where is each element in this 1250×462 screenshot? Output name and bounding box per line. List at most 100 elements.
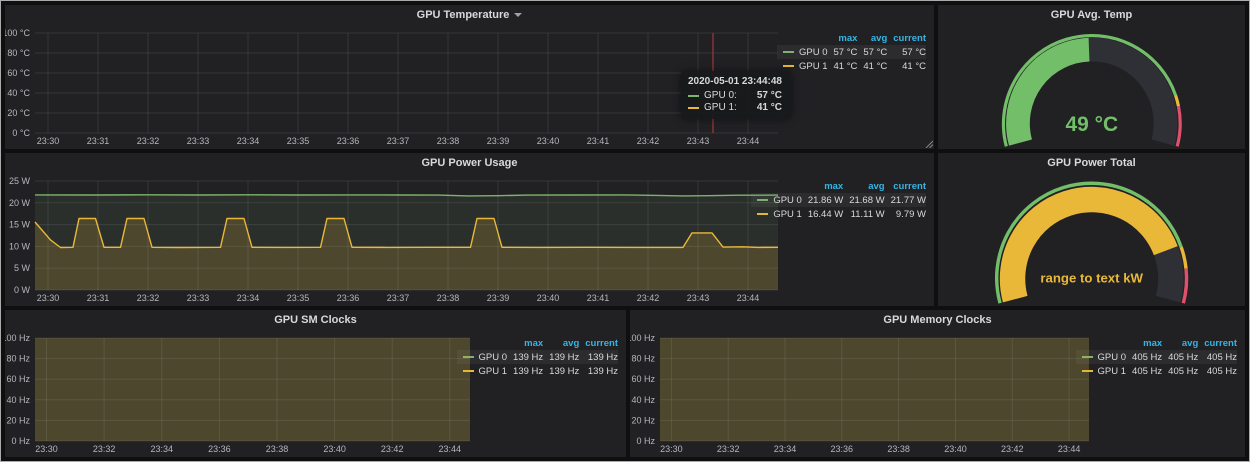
x-tick-label: 23:39: [487, 136, 510, 146]
panel-title-bar[interactable]: GPU Temperature: [5, 5, 934, 25]
sm-clocks-legend: maxavgcurrentGPU 0139 Hz139 Hz139 HzGPU …: [457, 330, 626, 457]
y-tick-label: 60 Hz: [631, 374, 655, 384]
legend-value: 139 Hz: [579, 350, 618, 364]
legend-row: GPU 1405 Hz405 Hz405 Hz: [1076, 364, 1237, 378]
sm-clocks-plot[interactable]: 0 Hz20 Hz40 Hz60 Hz80 Hz100 Hz23:3023:32…: [5, 330, 457, 457]
x-tick-label: 23:36: [208, 444, 231, 454]
y-tick-label: 20 Hz: [6, 415, 30, 425]
dashboard-row-3: GPU SM Clocks 0 Hz20 Hz40 Hz60 Hz80 Hz10…: [5, 310, 1245, 457]
legend-table: maxavgcurrentGPU 0139 Hz139 Hz139 HzGPU …: [457, 336, 618, 378]
x-tick-label: 23:34: [774, 444, 797, 454]
legend-header[interactable]: current: [579, 336, 618, 350]
panel-title: GPU Avg. Temp: [1051, 9, 1133, 21]
tooltip-series-value: 57 °C: [747, 90, 782, 101]
x-tick-label: 23:38: [266, 444, 289, 454]
dashboard: GPU Temperature 0 °C20 °C40 °C60 °C80 °C…: [0, 0, 1250, 462]
y-tick-label: 10 W: [9, 241, 31, 251]
y-tick-label: 20 W: [9, 198, 31, 208]
series-swatch-gpu0: [688, 95, 699, 97]
panel-title-bar[interactable]: GPU Power Usage: [5, 153, 934, 173]
chart-canvas[interactable]: 0 W5 W10 W15 W20 W25 W23:3023:3123:3223:…: [5, 173, 784, 306]
x-tick-label: 23:42: [637, 293, 660, 303]
legend-value: 405 Hz: [1126, 350, 1162, 364]
legend-value: 41 °C: [828, 59, 858, 73]
x-tick-label: 23:32: [137, 136, 160, 146]
panel-title: GPU Memory Clocks: [883, 314, 991, 326]
panel-title-bar[interactable]: GPU SM Clocks: [5, 310, 626, 330]
legend-header[interactable]: current: [885, 179, 926, 193]
temperature-plot[interactable]: 0 °C20 °C40 °C60 °C80 °C100 °C23:3023:31…: [5, 25, 777, 149]
x-tick-label: 23:36: [831, 444, 854, 454]
panel-title-bar[interactable]: GPU Power Total: [938, 153, 1245, 173]
legend-value: 405 Hz: [1162, 364, 1198, 378]
x-tick-label: 23:43: [687, 293, 710, 303]
panel-title: GPU SM Clocks: [274, 314, 357, 326]
chart-tooltip: 2020-05-01 23:44:48 GPU 0: 57 °C GPU 1: …: [681, 71, 791, 119]
legend-header[interactable]: max: [802, 179, 843, 193]
chart-canvas[interactable]: 0 °C20 °C40 °C60 °C80 °C100 °C23:3023:31…: [5, 25, 784, 149]
legend-value: 41 °C: [887, 59, 926, 73]
x-tick-label: 23:30: [660, 444, 683, 454]
x-tick-label: 23:42: [1001, 444, 1024, 454]
gauge-value-text: range to text kW: [1040, 271, 1143, 286]
legend-value: 57 °C: [857, 45, 887, 59]
gauge-threshold-ring: [1175, 95, 1178, 106]
y-tick-label: 80 Hz: [631, 354, 655, 364]
legend-header-row: maxavgcurrent: [1076, 336, 1237, 350]
panel-title-bar[interactable]: GPU Avg. Temp: [938, 5, 1245, 25]
legend-header[interactable]: avg: [543, 336, 579, 350]
x-tick-label: 23:40: [537, 293, 560, 303]
legend-series-name[interactable]: GPU 0: [777, 45, 828, 59]
chart-canvas[interactable]: 0 Hz20 Hz40 Hz60 Hz80 Hz100 Hz23:3023:32…: [5, 330, 476, 457]
panel-resize-handle[interactable]: [925, 140, 933, 148]
panel-title-bar[interactable]: GPU Memory Clocks: [630, 310, 1245, 330]
y-tick-label: 100 °C: [5, 28, 30, 38]
x-tick-label: 23:38: [437, 293, 460, 303]
y-tick-label: 5 W: [14, 263, 31, 273]
panel-gpu-power-usage: GPU Power Usage 0 W5 W10 W15 W20 W25 W23…: [5, 153, 934, 306]
x-tick-label: 23:40: [537, 136, 560, 146]
gauge-threshold-ring: [1183, 269, 1186, 303]
y-tick-label: 80 Hz: [6, 354, 30, 364]
panel-gpu-temperature: GPU Temperature 0 °C20 °C40 °C60 °C80 °C…: [5, 5, 934, 149]
legend-value: 139 Hz: [507, 350, 543, 364]
temperature-legend: maxavgcurrentGPU 057 °C57 °C57 °CGPU 141…: [777, 25, 934, 149]
panel-gpu-sm-clocks: GPU SM Clocks 0 Hz20 Hz40 Hz60 Hz80 Hz10…: [5, 310, 626, 457]
x-tick-label: 23:31: [87, 293, 110, 303]
panel-body: 0 °C20 °C40 °C60 °C80 °C100 °C23:3023:31…: [5, 25, 934, 149]
legend-header[interactable]: max: [507, 336, 543, 350]
legend-value: 405 Hz: [1162, 350, 1198, 364]
series-swatch: [783, 51, 794, 53]
panel-title: GPU Power Usage: [422, 157, 518, 169]
y-tick-label: 80 °C: [7, 48, 30, 58]
tooltip-timestamp: 2020-05-01 23:44:48: [688, 76, 782, 87]
chart-canvas[interactable]: 0 Hz20 Hz40 Hz60 Hz80 Hz100 Hz23:3023:32…: [630, 330, 1095, 457]
x-tick-label: 23:38: [887, 444, 910, 454]
panel-body: 49 °C: [938, 25, 1245, 149]
legend-header[interactable]: avg: [1162, 336, 1198, 350]
memory-clocks-legend: maxavgcurrentGPU 0405 Hz405 Hz405 HzGPU …: [1076, 330, 1245, 457]
x-tick-label: 23:36: [337, 136, 360, 146]
legend-header[interactable]: max: [1126, 336, 1162, 350]
legend-value: 21.77 W: [885, 193, 926, 207]
y-tick-label: 15 W: [9, 220, 31, 230]
series-swatch: [783, 65, 794, 67]
legend-header[interactable]: current: [1198, 336, 1237, 350]
x-tick-label: 23:35: [287, 293, 310, 303]
power-plot[interactable]: 0 W5 W10 W15 W20 W25 W23:3023:3123:3223:…: [5, 173, 751, 306]
legend-header[interactable]: avg: [843, 179, 884, 193]
legend-table: maxavgcurrentGPU 0405 Hz405 Hz405 HzGPU …: [1076, 336, 1237, 378]
legend-value: 405 Hz: [1126, 364, 1162, 378]
y-tick-label: 0 Hz: [636, 436, 655, 446]
tooltip-series-label: GPU 0:: [704, 90, 737, 101]
panel-body: 0 Hz20 Hz40 Hz60 Hz80 Hz100 Hz23:3023:32…: [630, 330, 1245, 457]
power-total-gauge: range to text kW: [938, 173, 1245, 306]
legend-header[interactable]: current: [887, 31, 926, 45]
chevron-down-icon[interactable]: [514, 13, 522, 17]
legend-header[interactable]: avg: [857, 31, 887, 45]
legend-header[interactable]: max: [828, 31, 858, 45]
legend-value: 139 Hz: [543, 350, 579, 364]
y-tick-label: 40 °C: [7, 88, 30, 98]
memory-clocks-plot[interactable]: 0 Hz20 Hz40 Hz60 Hz80 Hz100 Hz23:3023:32…: [630, 330, 1076, 457]
x-tick-label: 23:34: [237, 293, 260, 303]
